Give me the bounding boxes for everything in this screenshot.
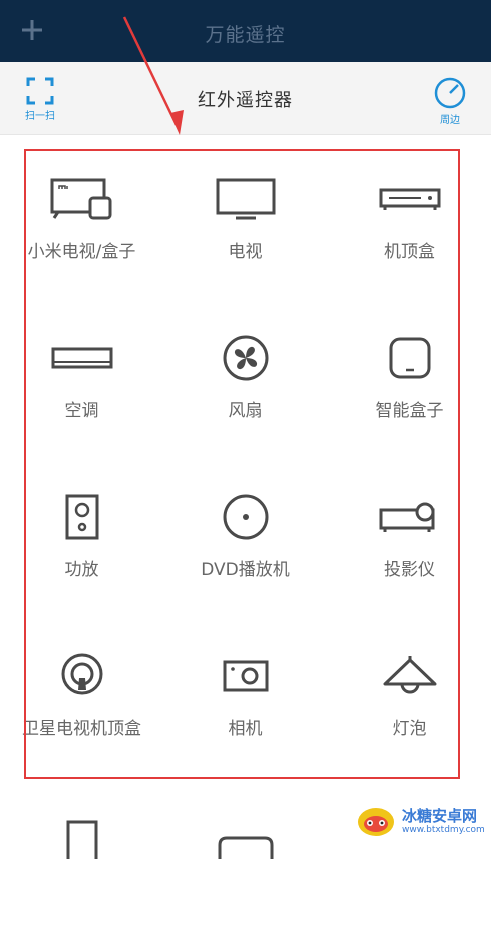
device-label: 投影仪 [384,560,435,580]
device-amplifier[interactable]: 功放 [0,453,163,612]
device-air-conditioner[interactable]: 空调 [0,294,163,453]
nearby-label: 周边 [440,115,460,126]
app-title: 万能遥控 [205,24,286,46]
device-grid: 小米电视/盒子 电视 机顶盒 空调 风扇 智能盒子 功放 DVD播放机 投影仪 … [0,135,491,859]
device-partial[interactable] [164,771,327,930]
satellite-icon [61,653,102,695]
device-mi-tv-box[interactable]: 小米电视/盒子 [0,135,163,294]
device-satellite[interactable]: 卫星电视机顶盒 [0,612,163,771]
device-lamp[interactable]: 灯泡 [328,612,491,771]
watermark-name: 冰糖安卓网 [402,806,478,825]
device-label: 相机 [228,719,263,739]
projector-icon [379,502,434,532]
sub-header: 扫一扫 红外遥控器 周边 [0,62,491,135]
device-smart-box[interactable]: 智能盒子 [328,294,491,453]
box-icon [218,836,273,859]
watermark-logo-icon [358,808,394,836]
mi-tv-box-icon [50,178,111,220]
nearby-button[interactable]: 周边 [428,76,472,126]
air-conditioner-icon [51,347,112,369]
device-label: 电视 [228,242,263,262]
device-camera[interactable]: 相机 [164,612,327,771]
smart-box-icon [389,337,430,379]
device-label: 空调 [64,401,99,421]
page-title: 红外遥控器 [198,90,293,111]
device-label: 智能盒子 [375,401,444,421]
lamp-icon [383,656,436,694]
device-tv[interactable]: 电视 [164,135,327,294]
top-bar: 万能遥控 [0,0,491,62]
watermark-url: www.btxtdmy.com [402,824,485,835]
annotation-arrow-icon [122,16,184,135]
dvd-icon [223,494,268,540]
watermark: 冰糖安卓网 www.btxtdmy.com [356,800,491,842]
device-dvd[interactable]: DVD播放机 [164,453,327,612]
device-label: 机顶盒 [384,242,435,262]
device-label: 灯泡 [392,719,427,739]
device-label: 功放 [64,560,99,580]
set-top-box-icon [379,188,440,210]
device-label: 小米电视/盒子 [27,242,136,262]
phone-icon [66,820,97,859]
radar-icon [434,77,466,109]
camera-icon [223,660,268,692]
device-set-top-box[interactable]: 机顶盒 [328,135,491,294]
device-label: 卫星电视机顶盒 [22,719,141,739]
device-label: DVD播放机 [201,560,290,580]
amplifier-icon [65,494,98,540]
tv-icon [216,178,275,220]
device-partial[interactable] [0,771,163,930]
device-fan[interactable]: 风扇 [164,294,327,453]
fan-icon [223,335,268,381]
device-projector[interactable]: 投影仪 [328,453,491,612]
device-label: 风扇 [228,401,263,421]
